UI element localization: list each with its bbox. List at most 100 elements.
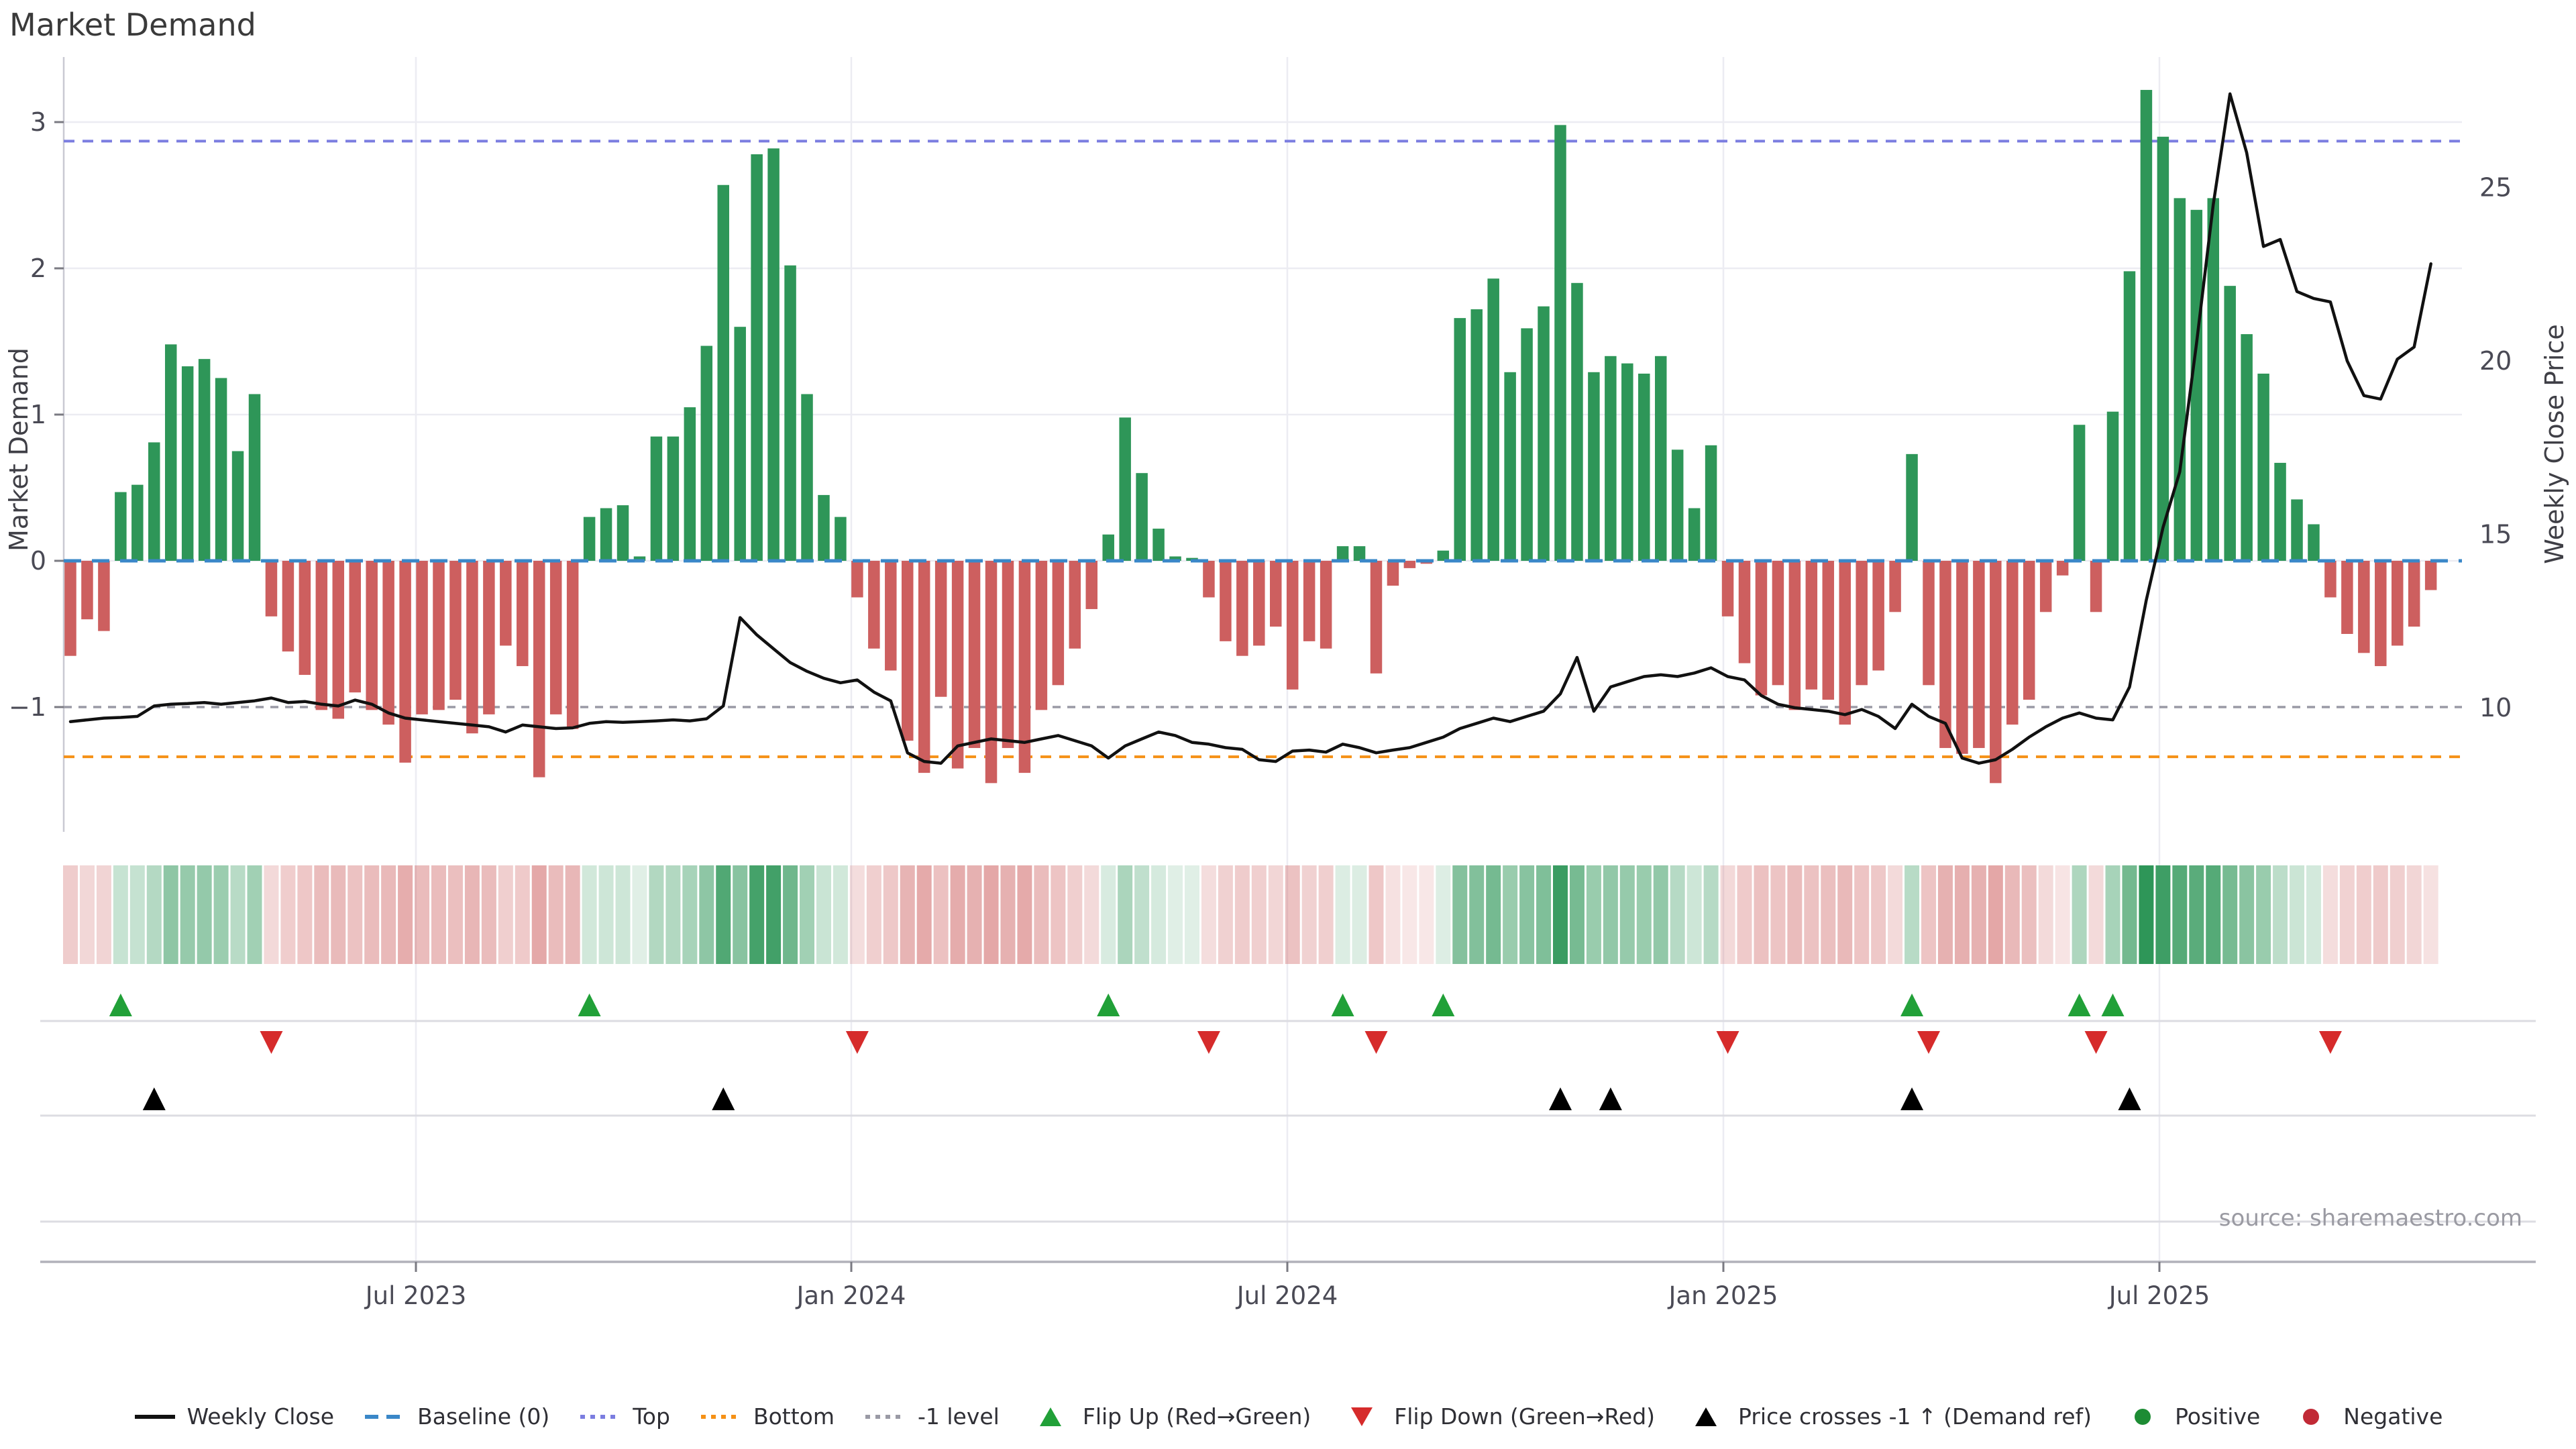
heatmap-cell [248,865,262,964]
heatmap-cell [147,865,162,964]
heatmap-cell [1737,865,1752,964]
triangle-up-icon [1695,1407,1717,1426]
legend-item-label: Price crosses -1 ↑ (Demand ref) [1738,1403,2092,1430]
heatmap-cell [1921,865,1936,964]
heatmap-cell [883,865,898,964]
heatmap-cell [1218,865,1233,964]
demand-bar [81,561,93,619]
right-axis-tick-label: 20 [2479,346,2512,376]
heatmap-cell [816,865,831,964]
flip-up-marker [2102,994,2125,1016]
heatmap-cell [97,865,111,964]
demand-bar [835,517,847,561]
demand-bar [382,561,394,724]
demand-bar [2324,561,2337,598]
flip-down-marker [1717,1031,1739,1054]
demand-bar [500,561,512,645]
demand-bar [2392,561,2404,645]
heatmap-cell [498,865,513,964]
heatmap-cell [1285,865,1300,964]
demand-bar [2358,561,2370,653]
demand-bar [249,394,261,561]
heatmap-cell [1837,865,1852,964]
demand-bar [985,561,998,783]
heatmap-cell [716,865,731,964]
legend-item: Baseline (0) [364,1403,549,1430]
demand-bar [2141,90,2153,561]
heatmap-cell [582,865,597,964]
demand-bar [1672,449,1684,561]
legend-item: Positive [2121,1403,2260,1430]
price-cross-marker [1900,1087,1923,1110]
heatmap-cell [649,865,663,964]
demand-bar [2040,561,2052,612]
demand-bar [2157,137,2169,561]
flip-up-marker [1097,994,1120,1016]
heatmap-cell [1017,865,1032,964]
demand-bar [1354,546,1366,561]
demand-bar [1605,356,1617,561]
demand-bar [717,185,729,561]
demand-bar [1872,561,1884,671]
demand-bar [366,561,378,710]
demand-bar [1152,529,1165,561]
heatmap-cell [2424,865,2438,964]
demand-bar [2174,198,2186,561]
heatmap-cell [2390,865,2405,964]
demand-bar [449,561,462,700]
demand-bar [2224,286,2236,561]
heatmap-cell [833,865,848,964]
legend-item: Bottom [700,1403,835,1430]
demand-bar [2074,425,2086,561]
heatmap-cell [130,865,145,964]
demand-bar [1705,445,1717,561]
demand-bar [751,154,763,561]
demand-bar [1053,561,1065,685]
legend-item-label: Flip Up (Red→Green) [1083,1403,1311,1430]
flip-up-marker [2068,994,2091,1016]
heatmap-cell [1402,865,1417,964]
demand-bar [1470,309,1483,561]
heatmap-cell [749,865,764,964]
heatmap-cell [1871,865,1886,964]
heatmap-cell [1637,865,1652,964]
demand-bar [2207,198,2219,561]
demand-bar [1739,561,1751,663]
demand-bar [1270,561,1282,627]
demand-bar [1102,535,1114,561]
demand-bar [64,561,76,656]
heatmap-cell [515,865,530,964]
heatmap-cell [197,865,212,964]
demand-bar [399,561,411,763]
demand-bar [282,561,294,651]
demand-bar [232,451,244,561]
legend-item: Top [579,1403,670,1430]
legend-item-label: Negative [2343,1403,2443,1430]
heatmap-cell [1084,865,1099,964]
demand-bar [182,366,194,561]
heatmap-cell [398,865,413,964]
heatmap-cell [1185,865,1199,964]
heatmap-cell [1352,865,1367,964]
heatmap-cell [231,865,246,964]
price-cross-marker [143,1087,166,1110]
demand-bar [1571,283,1583,561]
heatmap-cell [984,865,999,964]
heatmap-cell [1319,865,1334,964]
demand-bar [1772,561,1784,685]
demand-bar [1387,561,1399,586]
heatmap-cell [2122,865,2137,964]
demand-bar [2107,412,2119,561]
demand-bar [1521,328,1533,561]
heatmap-cell [63,865,78,964]
heatmap-cell [2373,865,2388,964]
demand-bar [1002,561,1014,748]
heatmap-cell [2239,865,2254,964]
demand-bar [2124,271,2136,561]
heatmap-cell [783,865,798,964]
demand-bar [734,327,746,561]
demand-bar [902,561,914,741]
heatmap-cell [381,865,396,964]
heatmap-cell [1721,865,1735,964]
demand-bar [316,561,328,710]
